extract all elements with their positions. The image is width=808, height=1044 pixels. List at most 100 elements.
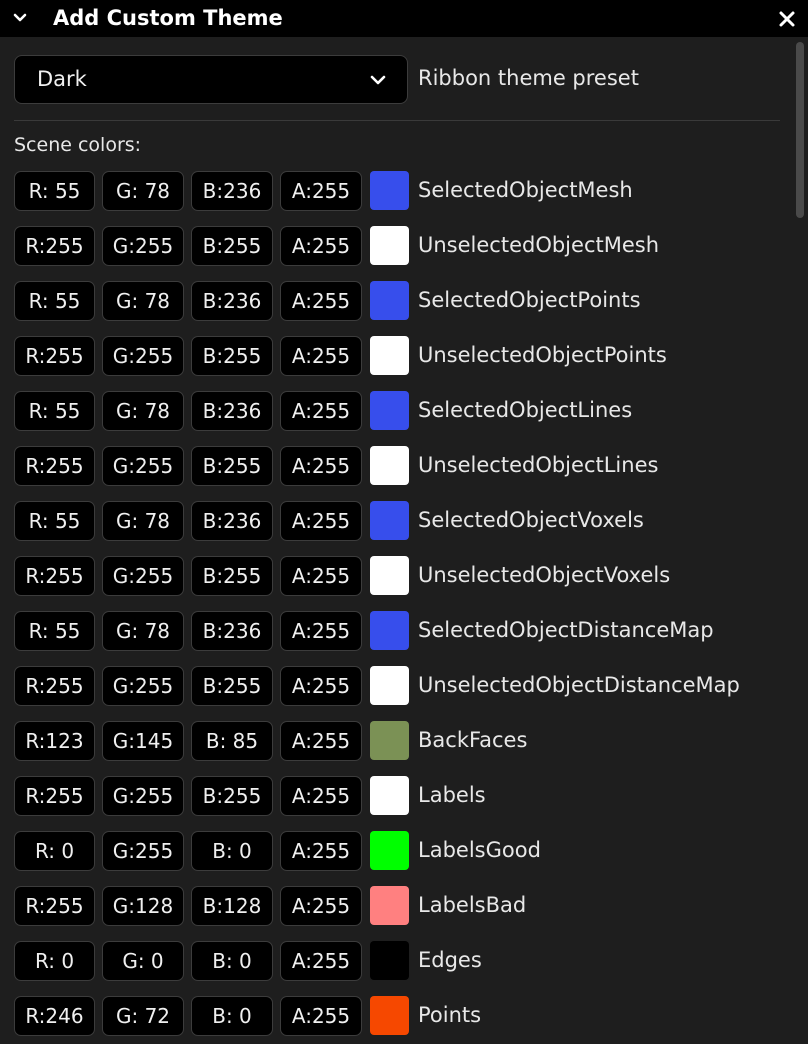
green-channel-input[interactable]: G:255 bbox=[102, 666, 184, 706]
scene-colors-heading: Scene colors: bbox=[14, 134, 142, 156]
red-channel-input[interactable]: R: 55 bbox=[14, 501, 95, 541]
red-channel-input[interactable]: R: 55 bbox=[14, 611, 95, 651]
alpha-channel-input[interactable]: A:255 bbox=[280, 611, 362, 651]
color-row: R:246 G: 72 B: 0 A:255 Points bbox=[14, 996, 794, 1036]
alpha-channel-input[interactable]: A:255 bbox=[280, 721, 362, 761]
green-channel-input[interactable]: G:145 bbox=[102, 721, 184, 761]
red-channel-input[interactable]: R:255 bbox=[14, 446, 95, 486]
green-channel-input[interactable]: G:255 bbox=[102, 226, 184, 266]
color-name-label: UnselectedObjectLines bbox=[418, 453, 659, 477]
scene-color-list: R: 55 G: 78 B:236 A:255 SelectedObjectMesh R:… bbox=[14, 171, 794, 1044]
red-channel-input[interactable]: R: 55 bbox=[14, 391, 95, 431]
blue-channel-input[interactable]: B: 0 bbox=[191, 996, 273, 1036]
color-row: R:255 G:255 B:255 A:255 UnselectedObjectPoin… bbox=[14, 336, 794, 376]
red-channel-input[interactable]: R:255 bbox=[14, 666, 95, 706]
alpha-channel-input[interactable]: A:255 bbox=[280, 281, 362, 321]
color-swatch[interactable] bbox=[370, 501, 409, 540]
blue-channel-input[interactable]: B:236 bbox=[191, 611, 273, 651]
color-swatch[interactable] bbox=[370, 721, 409, 760]
green-channel-input[interactable]: G: 78 bbox=[102, 171, 184, 211]
green-channel-input[interactable]: G:255 bbox=[102, 776, 184, 816]
color-swatch[interactable] bbox=[370, 336, 409, 375]
alpha-channel-input[interactable]: A:255 bbox=[280, 226, 362, 266]
green-channel-input[interactable]: G:255 bbox=[102, 556, 184, 596]
blue-channel-input[interactable]: B:255 bbox=[191, 446, 273, 486]
red-channel-input[interactable]: R:255 bbox=[14, 886, 95, 926]
blue-channel-input[interactable]: B:236 bbox=[191, 501, 273, 541]
alpha-channel-input[interactable]: A:255 bbox=[280, 666, 362, 706]
blue-channel-input[interactable]: B:255 bbox=[191, 666, 273, 706]
blue-channel-input[interactable]: B: 0 bbox=[191, 831, 273, 871]
green-channel-input[interactable]: G:255 bbox=[102, 446, 184, 486]
color-row: R: 55 G: 78 B:236 A:255 SelectedObjectDistan… bbox=[14, 611, 794, 651]
green-channel-input[interactable]: G: 0 bbox=[102, 941, 184, 981]
alpha-channel-input[interactable]: A:255 bbox=[280, 886, 362, 926]
alpha-channel-input[interactable]: A:255 bbox=[280, 446, 362, 486]
green-channel-input[interactable]: G:255 bbox=[102, 831, 184, 871]
green-channel-input[interactable]: G: 78 bbox=[102, 391, 184, 431]
alpha-channel-input[interactable]: A:255 bbox=[280, 556, 362, 596]
close-icon[interactable] bbox=[776, 8, 798, 30]
alpha-channel-input[interactable]: A:255 bbox=[280, 776, 362, 816]
color-name-label: SelectedObjectPoints bbox=[418, 288, 641, 312]
red-channel-input[interactable]: R: 0 bbox=[14, 941, 95, 981]
blue-channel-input[interactable]: B:255 bbox=[191, 226, 273, 266]
chevron-down-icon[interactable] bbox=[10, 8, 30, 28]
green-channel-input[interactable]: G:255 bbox=[102, 336, 184, 376]
color-swatch[interactable] bbox=[370, 941, 409, 980]
alpha-channel-input[interactable]: A:255 bbox=[280, 391, 362, 431]
scrollbar-thumb[interactable] bbox=[796, 42, 804, 218]
red-channel-input[interactable]: R: 55 bbox=[14, 281, 95, 321]
red-channel-input[interactable]: R:255 bbox=[14, 336, 95, 376]
color-swatch[interactable] bbox=[370, 831, 409, 870]
red-channel-input[interactable]: R:255 bbox=[14, 226, 95, 266]
color-swatch[interactable] bbox=[370, 666, 409, 705]
blue-channel-input[interactable]: B:255 bbox=[191, 336, 273, 376]
green-channel-input[interactable]: G: 78 bbox=[102, 501, 184, 541]
green-channel-input[interactable]: G:128 bbox=[102, 886, 184, 926]
green-channel-input[interactable]: G: 78 bbox=[102, 281, 184, 321]
color-name-label: UnselectedObjectPoints bbox=[418, 343, 667, 367]
color-name-label: Points bbox=[418, 1003, 482, 1027]
color-swatch[interactable] bbox=[370, 996, 409, 1035]
color-name-label: SelectedObjectDistanceMap bbox=[418, 618, 714, 642]
add-custom-theme-window: Add Custom Theme Dark Ribbon theme prese… bbox=[0, 0, 808, 1044]
green-channel-input[interactable]: G: 72 bbox=[102, 996, 184, 1036]
color-row: R:255 G:255 B:255 A:255 UnselectedObjectMesh bbox=[14, 226, 794, 266]
alpha-channel-input[interactable]: A:255 bbox=[280, 336, 362, 376]
red-channel-input[interactable]: R:123 bbox=[14, 721, 95, 761]
blue-channel-input[interactable]: B:255 bbox=[191, 776, 273, 816]
color-swatch[interactable] bbox=[370, 171, 409, 210]
green-channel-input[interactable]: G: 78 bbox=[102, 611, 184, 651]
blue-channel-input[interactable]: B: 85 bbox=[191, 721, 273, 761]
alpha-channel-input[interactable]: A:255 bbox=[280, 831, 362, 871]
color-name-label: Edges bbox=[418, 948, 482, 972]
alpha-channel-input[interactable]: A:255 bbox=[280, 941, 362, 981]
alpha-channel-input[interactable]: A:255 bbox=[280, 996, 362, 1036]
color-swatch[interactable] bbox=[370, 226, 409, 265]
red-channel-input[interactable]: R:255 bbox=[14, 776, 95, 816]
blue-channel-input[interactable]: B: 0 bbox=[191, 941, 273, 981]
color-swatch[interactable] bbox=[370, 556, 409, 595]
red-channel-input[interactable]: R:255 bbox=[14, 556, 95, 596]
blue-channel-input[interactable]: B:128 bbox=[191, 886, 273, 926]
alpha-channel-input[interactable]: A:255 bbox=[280, 171, 362, 211]
color-swatch[interactable] bbox=[370, 886, 409, 925]
red-channel-input[interactable]: R: 0 bbox=[14, 831, 95, 871]
color-swatch[interactable] bbox=[370, 391, 409, 430]
theme-preset-dropdown[interactable]: Dark bbox=[14, 55, 408, 104]
blue-channel-input[interactable]: B:255 bbox=[191, 556, 273, 596]
color-row: R:255 G:128 B:128 A:255 LabelsBad bbox=[14, 886, 794, 926]
blue-channel-input[interactable]: B:236 bbox=[191, 171, 273, 211]
color-swatch[interactable] bbox=[370, 446, 409, 485]
theme-preset-value: Dark bbox=[37, 67, 87, 91]
color-swatch[interactable] bbox=[370, 776, 409, 815]
color-swatch[interactable] bbox=[370, 281, 409, 320]
red-channel-input[interactable]: R: 55 bbox=[14, 171, 95, 211]
red-channel-input[interactable]: R:246 bbox=[14, 996, 95, 1036]
color-swatch[interactable] bbox=[370, 611, 409, 650]
blue-channel-input[interactable]: B:236 bbox=[191, 281, 273, 321]
alpha-channel-input[interactable]: A:255 bbox=[280, 501, 362, 541]
blue-channel-input[interactable]: B:236 bbox=[191, 391, 273, 431]
separator bbox=[14, 120, 780, 121]
